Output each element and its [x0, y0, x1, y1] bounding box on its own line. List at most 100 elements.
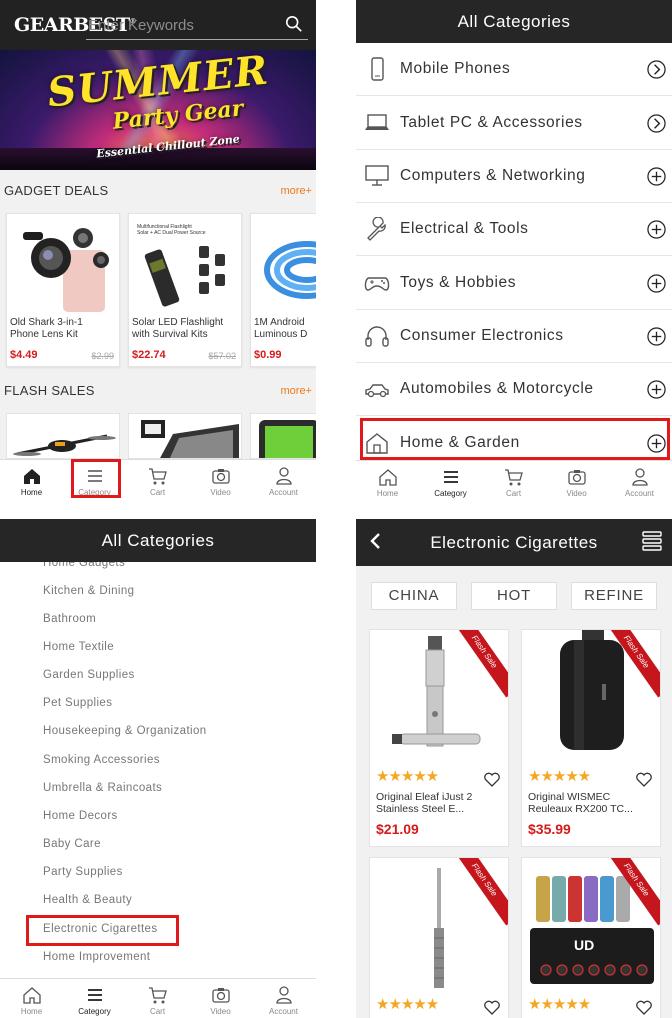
- chevron-right-icon[interactable]: [647, 60, 666, 79]
- heart-icon[interactable]: [484, 772, 500, 787]
- deal-price: $0.99: [254, 349, 282, 361]
- rating-stars: ★★★★★: [376, 996, 439, 1013]
- plus-icon[interactable]: [647, 274, 666, 293]
- product-card[interactable]: Flash Sale ★★★★★: [369, 857, 509, 1018]
- filter-china-button[interactable]: CHINA: [371, 582, 457, 610]
- nav-category[interactable]: Category: [419, 461, 482, 500]
- nav-account[interactable]: Account: [608, 461, 671, 500]
- subcategory-item[interactable]: Umbrella & Raincoats: [43, 782, 162, 794]
- deal-card[interactable]: Multifunctional Flashlight Solar + AC Du…: [128, 213, 242, 367]
- deal-name: Old Shark 3-in-1 Phone Lens Kit: [10, 317, 83, 340]
- deal-name: 1M Android Luminous D: [254, 317, 308, 340]
- camera-icon: [212, 988, 230, 1003]
- car-icon: [365, 384, 389, 398]
- cart-icon: [149, 987, 167, 1004]
- list-view-icon[interactable]: [642, 530, 662, 552]
- category-row-mobile-phones[interactable]: Mobile Phones: [356, 43, 672, 96]
- nav-home[interactable]: Home: [0, 979, 63, 1018]
- filter-refine-button[interactable]: REFINE: [571, 582, 657, 610]
- subcategory-item[interactable]: Health & Beauty: [43, 894, 132, 906]
- subcategory-item[interactable]: Home Textile: [43, 641, 114, 653]
- deal-old-price: $2.99: [91, 351, 114, 361]
- nav-home[interactable]: Home: [0, 460, 63, 500]
- camera-icon: [212, 469, 230, 484]
- plus-icon[interactable]: [647, 167, 666, 186]
- deal-card[interactable]: Old Shark 3-in-1 Phone Lens Kit $4.49 $2…: [6, 213, 120, 367]
- monitor-icon: [365, 165, 389, 186]
- subcategory-item[interactable]: Pet Supplies: [43, 697, 112, 709]
- rating-stars: ★★★★★: [528, 768, 591, 785]
- rating-stars: ★★★★★: [528, 996, 591, 1013]
- phone-image: [259, 420, 316, 458]
- category-row-electrical[interactable]: Electrical & Tools: [356, 203, 672, 256]
- product-card[interactable]: Flash Sale ★★★★★ Original WISMEC Reuleau…: [521, 629, 661, 847]
- flash-sale-card[interactable]: [6, 413, 120, 459]
- subcategory-item[interactable]: Baby Care: [43, 838, 101, 850]
- heart-icon[interactable]: [636, 1000, 652, 1015]
- headphones-icon: [365, 326, 389, 347]
- deal-card[interactable]: 1M Android Luminous D $0.99: [250, 213, 316, 367]
- subcategory-item[interactable]: Bathroom: [43, 613, 96, 625]
- nav-video[interactable]: Video: [545, 461, 608, 500]
- product-price: $21.09: [376, 821, 419, 837]
- nav-cart[interactable]: Cart: [482, 461, 545, 500]
- flash-sale-card[interactable]: [250, 413, 316, 459]
- product-listing-screen: Electronic Cigarettes CHINA HOT REFINE F…: [356, 519, 672, 1018]
- back-icon[interactable]: [368, 532, 382, 550]
- rating-stars: ★★★★★: [376, 768, 439, 785]
- heart-icon[interactable]: [636, 772, 652, 787]
- electronic-cigarettes-highlight: [26, 915, 179, 946]
- flash-sales-more-link[interactable]: more+: [281, 385, 313, 397]
- nav-video[interactable]: Video: [189, 979, 252, 1018]
- subcategory-item[interactable]: Home Decors: [43, 810, 118, 822]
- subcategory-item[interactable]: Housekeeping & Organization: [43, 725, 207, 737]
- nav-cart[interactable]: Cart: [126, 460, 189, 500]
- cart-icon: [149, 468, 167, 485]
- category-row-consumer-electronics[interactable]: Consumer Electronics: [356, 310, 672, 363]
- page-title: All Categories: [356, 0, 672, 43]
- subcategory-item[interactable]: Party Supplies: [43, 866, 123, 878]
- plus-icon[interactable]: [647, 380, 666, 399]
- deal-price: $4.49: [10, 349, 38, 361]
- deal-price: $22.74: [132, 349, 166, 361]
- product-card[interactable]: UD Flash Sale ★★★★★: [521, 857, 661, 1018]
- menu-icon: [444, 471, 458, 483]
- home-header: GEARBEST®: [0, 0, 316, 50]
- nav-video[interactable]: Video: [189, 460, 252, 500]
- product-card[interactable]: Flash Sale ★★★★★ Original Eleaf iJust 2 …: [369, 629, 509, 847]
- search-icon[interactable]: [285, 15, 303, 33]
- nav-category[interactable]: Category: [63, 979, 126, 1018]
- gadget-deals-more-link[interactable]: more+: [281, 185, 313, 197]
- svg-text:Solar + AC Dual Power Source: Solar + AC Dual Power Source: [137, 230, 206, 236]
- nav-home[interactable]: Home: [356, 461, 419, 500]
- bottom-nav: Home Category Cart Video Account: [0, 459, 316, 500]
- chevron-right-icon[interactable]: [647, 114, 666, 133]
- subcategory-item[interactable]: Garden Supplies: [43, 669, 135, 681]
- deal-name: Solar LED Flashlight with Survival Kits: [132, 317, 224, 340]
- home-icon: [379, 469, 397, 486]
- floodlight-image: [141, 420, 239, 458]
- search-input[interactable]: [86, 12, 308, 40]
- svg-text:UD: UD: [574, 937, 594, 953]
- user-icon: [276, 467, 292, 485]
- nav-account[interactable]: Account: [252, 979, 315, 1018]
- category-row-tablet[interactable]: Tablet PC & Accessories: [356, 97, 672, 150]
- subcategories-screen: Home Gadgets Kitchen & Dining Bathroom H…: [0, 519, 316, 1018]
- filter-hot-button[interactable]: HOT: [471, 582, 557, 610]
- subcategory-item[interactable]: Home Improvement: [43, 951, 150, 963]
- plus-icon[interactable]: [647, 327, 666, 346]
- category-tab-highlight: [71, 459, 121, 498]
- heart-icon[interactable]: [484, 1000, 500, 1015]
- nav-cart[interactable]: Cart: [126, 979, 189, 1018]
- subcategory-item[interactable]: Smoking Accessories: [43, 754, 160, 766]
- camera-icon: [568, 470, 586, 485]
- flash-sale-card[interactable]: [128, 413, 242, 459]
- subcategory-item[interactable]: Kitchen & Dining: [43, 585, 134, 597]
- home-garden-highlight: [360, 418, 670, 460]
- category-row-computers[interactable]: Computers & Networking: [356, 150, 672, 203]
- flashlight-image: Multifunctional Flashlight Solar + AC Du…: [137, 224, 225, 307]
- plus-icon[interactable]: [647, 220, 666, 239]
- category-row-automobiles[interactable]: Automobiles & Motorcycle: [356, 363, 672, 416]
- nav-account[interactable]: Account: [252, 460, 315, 500]
- category-row-toys[interactable]: Toys & Hobbies: [356, 257, 672, 310]
